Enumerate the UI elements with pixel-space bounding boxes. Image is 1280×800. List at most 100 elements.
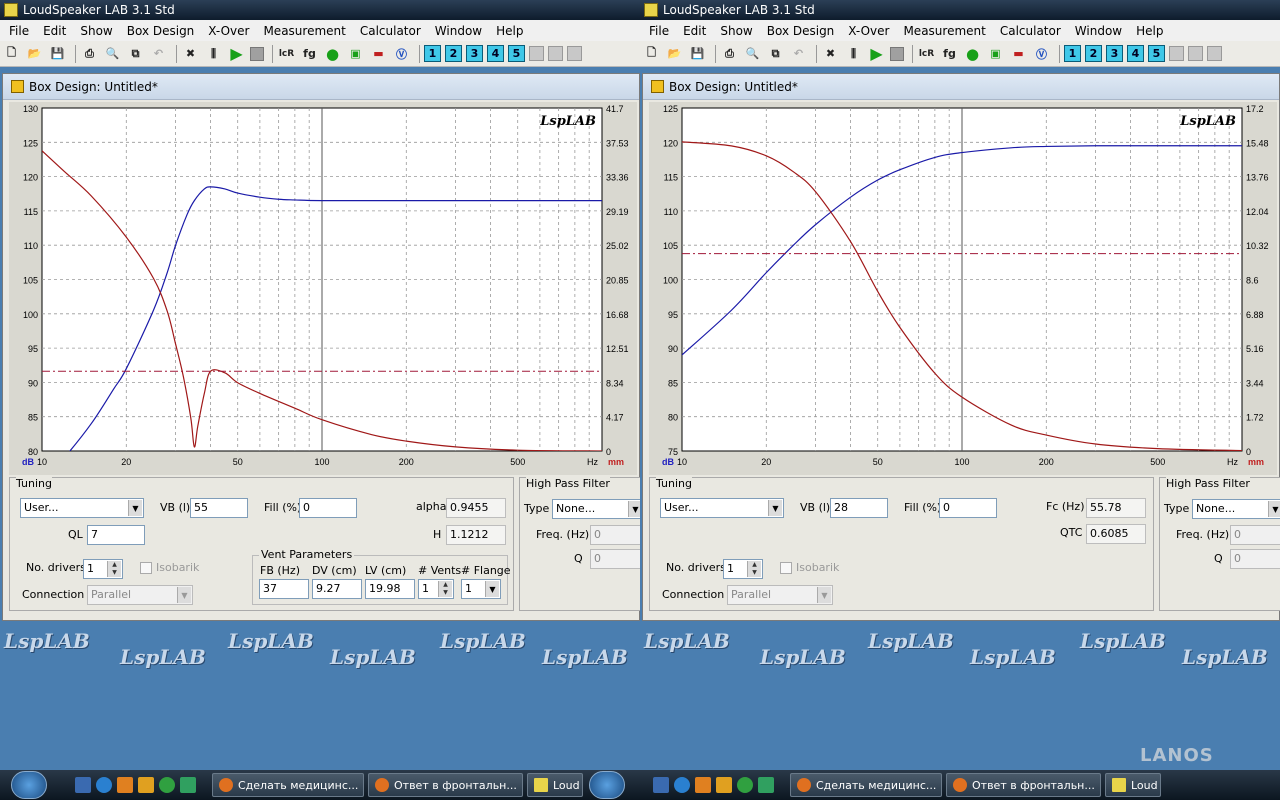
folder-icon[interactable] <box>716 777 732 793</box>
chart-icon[interactable]: ▣ <box>986 44 1005 63</box>
menu-x-over[interactable]: X-Over <box>841 24 896 38</box>
isobarik-checkbox[interactable] <box>780 562 792 574</box>
fb-input[interactable]: 37 <box>259 579 309 599</box>
show-desktop-icon[interactable] <box>75 777 91 793</box>
taskbar-item-browser-2[interactable]: Ответ в фронтальн... <box>946 773 1101 797</box>
show-desktop-icon[interactable] <box>653 777 669 793</box>
menu-box-design[interactable]: Box Design <box>120 24 202 38</box>
menu-measurement[interactable]: Measurement <box>256 24 352 38</box>
undo-icon[interactable]: ↶ <box>149 44 168 63</box>
start-button[interactable] <box>11 771 47 799</box>
menu-window[interactable]: Window <box>1068 24 1129 38</box>
ql-input[interactable]: 7 <box>87 525 145 545</box>
dv-input[interactable]: 9.27 <box>312 579 362 599</box>
slot-3-button[interactable]: 3 <box>1106 45 1123 62</box>
freq-input[interactable]: 0 <box>590 525 640 545</box>
start-button[interactable] <box>589 771 625 799</box>
slot-2-button[interactable]: 2 <box>445 45 462 62</box>
slot-5-button[interactable]: 5 <box>1148 45 1165 62</box>
green-circle-icon[interactable]: ● <box>323 44 342 63</box>
menu-edit[interactable]: Edit <box>676 24 713 38</box>
slot-4-button[interactable]: 4 <box>487 45 504 62</box>
save-icon[interactable]: 💾 <box>688 44 707 63</box>
taskbar-item-loudspeaker[interactable]: Loud <box>1105 773 1161 797</box>
slot-1-button[interactable]: 1 <box>1064 45 1081 62</box>
flange-select[interactable]: 1 ▼ <box>461 579 501 599</box>
v-icon[interactable]: Ⓥ <box>1032 44 1051 63</box>
slot-2-button[interactable]: 2 <box>1085 45 1102 62</box>
open-folder-icon[interactable]: 📂 <box>25 44 44 63</box>
menu-help[interactable]: Help <box>489 24 530 38</box>
fg-icon[interactable]: fg <box>940 44 959 63</box>
sliders-icon[interactable]: ⫼ <box>844 44 863 63</box>
fg-icon[interactable]: fg <box>300 44 319 63</box>
stop-icon[interactable] <box>890 46 904 61</box>
taskbar-item-browser-1[interactable]: Сделать медицинс... <box>212 773 364 797</box>
menu-file[interactable]: File <box>2 24 36 38</box>
folder-icon[interactable] <box>138 777 154 793</box>
new-file-icon[interactable]: 🗋 <box>642 44 661 63</box>
v-icon[interactable]: Ⓥ <box>392 44 411 63</box>
chrome-icon[interactable] <box>737 777 753 793</box>
sliders-icon[interactable]: ⫼ <box>204 44 223 63</box>
tuning-select[interactable]: User... ▼ <box>660 498 784 518</box>
new-file-icon[interactable]: 🗋 <box>2 44 21 63</box>
isobarik-checkbox[interactable] <box>140 562 152 574</box>
chart-icon[interactable]: ▣ <box>346 44 365 63</box>
play-icon[interactable]: ▶ <box>227 44 246 63</box>
tuning-select[interactable]: User... ▼ <box>20 498 144 518</box>
slot-3-button[interactable]: 3 <box>466 45 483 62</box>
play-icon[interactable]: ▶ <box>867 44 886 63</box>
ie-icon[interactable] <box>674 777 690 793</box>
vb-input[interactable]: 28 <box>830 498 888 518</box>
red-box-icon[interactable]: ▬ <box>369 44 388 63</box>
menu-window[interactable]: Window <box>428 24 489 38</box>
connection-select[interactable]: Parallel ▼ <box>87 585 193 605</box>
green-circle-icon[interactable]: ● <box>963 44 982 63</box>
filter-type-select[interactable]: None... ▼ <box>1192 499 1280 519</box>
menu-x-over[interactable]: X-Over <box>201 24 256 38</box>
media-icon[interactable] <box>117 777 133 793</box>
fill-input[interactable]: 0 <box>299 498 357 518</box>
chrome-icon[interactable] <box>159 777 175 793</box>
menu-measurement[interactable]: Measurement <box>896 24 992 38</box>
open-folder-icon[interactable]: 📂 <box>665 44 684 63</box>
print-icon[interactable]: ⎙ <box>80 44 99 63</box>
menu-show[interactable]: Show <box>73 24 119 38</box>
stop-icon[interactable] <box>250 46 264 61</box>
tools-icon[interactable]: ✖ <box>181 44 200 63</box>
print-preview-icon[interactable]: 🔍 <box>743 44 762 63</box>
q-input[interactable]: 0 <box>1230 549 1280 569</box>
freq-input[interactable]: 0 <box>1230 525 1280 545</box>
filter-type-select[interactable]: None... ▼ <box>552 499 640 519</box>
red-box-icon[interactable]: ▬ <box>1009 44 1028 63</box>
q-input[interactable]: 0 <box>590 549 640 569</box>
copy-icon[interactable]: ⧉ <box>126 44 145 63</box>
lcr-icon[interactable]: lcR <box>277 44 296 63</box>
taskbar-item-browser-2[interactable]: Ответ в фронтальн... <box>368 773 523 797</box>
taskbar-item-loudspeaker[interactable]: Loud <box>527 773 583 797</box>
fill-input[interactable]: 0 <box>939 498 997 518</box>
media-icon[interactable] <box>695 777 711 793</box>
lv-input[interactable]: 19.98 <box>365 579 415 599</box>
menu-file[interactable]: File <box>642 24 676 38</box>
connection-select[interactable]: Parallel ▼ <box>727 585 833 605</box>
print-preview-icon[interactable]: 🔍 <box>103 44 122 63</box>
slot-4-button[interactable]: 4 <box>1127 45 1144 62</box>
copy-icon[interactable]: ⧉ <box>766 44 785 63</box>
menu-calculator[interactable]: Calculator <box>353 24 428 38</box>
app-quicklaunch-icon[interactable] <box>758 777 774 793</box>
taskbar-item-browser-1[interactable]: Сделать медицинс... <box>790 773 942 797</box>
lcr-icon[interactable]: lcR <box>917 44 936 63</box>
undo-icon[interactable]: ↶ <box>789 44 808 63</box>
print-icon[interactable]: ⎙ <box>720 44 739 63</box>
app-quicklaunch-icon[interactable] <box>180 777 196 793</box>
menu-box-design[interactable]: Box Design <box>760 24 842 38</box>
vents-spinner[interactable]: 1 ▲ ▼ <box>418 579 454 599</box>
slot-5-button[interactable]: 5 <box>508 45 525 62</box>
ie-icon[interactable] <box>96 777 112 793</box>
menu-help[interactable]: Help <box>1129 24 1170 38</box>
tools-icon[interactable]: ✖ <box>821 44 840 63</box>
vb-input[interactable]: 55 <box>190 498 248 518</box>
drivers-spinner[interactable]: 1 ▲ ▼ <box>723 559 763 579</box>
